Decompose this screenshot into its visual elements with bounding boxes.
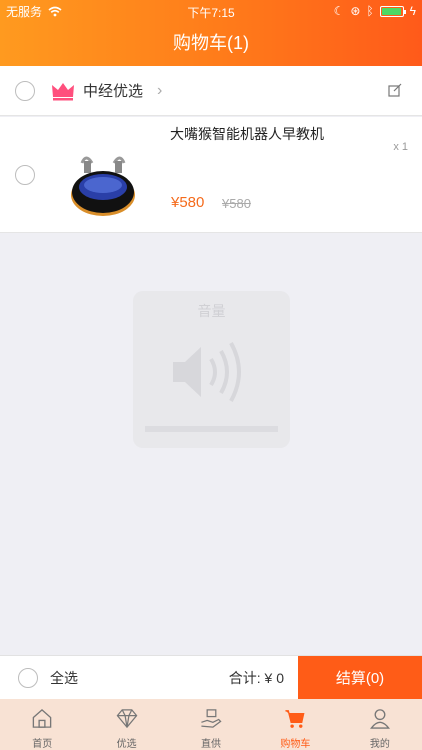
carrier-label: 无服务 bbox=[6, 4, 43, 19]
diamond-icon bbox=[116, 709, 138, 729]
tab-featured[interactable]: 优选 bbox=[84, 699, 168, 750]
tab-label: 购物车 bbox=[280, 739, 311, 750]
tab-cart[interactable]: 购物车 bbox=[253, 699, 337, 750]
moon-icon: ☾ bbox=[333, 4, 345, 18]
product-title[interactable]: 大嘴猴智能机器人早教机 bbox=[170, 124, 324, 144]
status-bar: 无服务 下午7:15 ☾ ⊛ ᛒ ϟ bbox=[0, 0, 422, 22]
volume-overlay: 音量 bbox=[133, 291, 290, 448]
item-original-price: ¥580 bbox=[222, 196, 251, 211]
shop-select-radio[interactable] bbox=[15, 80, 35, 101]
user-icon bbox=[369, 709, 390, 729]
crown-icon bbox=[52, 82, 74, 100]
lock-rotation-icon: ⊛ bbox=[350, 4, 361, 18]
checkout-bar: 全选 合计: ¥ 0 结算(0) bbox=[0, 655, 422, 700]
item-quantity: x 1 bbox=[393, 141, 408, 153]
chevron-right-icon[interactable]: › bbox=[157, 82, 162, 100]
tab-profile[interactable]: 我的 bbox=[338, 699, 422, 750]
header: 无服务 下午7:15 ☾ ⊛ ᛒ ϟ 购物车(1) bbox=[0, 0, 422, 66]
hand-gift-icon bbox=[201, 709, 222, 728]
cart-icon bbox=[285, 710, 305, 728]
shop-name[interactable]: 中经优选 bbox=[83, 80, 143, 101]
product-image[interactable] bbox=[68, 143, 138, 219]
shop-row[interactable]: 中经优选 › bbox=[0, 66, 422, 116]
select-all-label[interactable]: 全选 bbox=[50, 668, 78, 688]
select-all-radio[interactable] bbox=[18, 667, 38, 688]
total-amount: 合计: ¥ 0 bbox=[228, 669, 284, 686]
volume-level-bar bbox=[145, 426, 278, 432]
tab-label: 首页 bbox=[32, 739, 53, 750]
edit-icon[interactable] bbox=[388, 83, 402, 97]
volume-label: 音量 bbox=[197, 303, 226, 319]
tab-label: 直供 bbox=[201, 739, 222, 750]
item-select-radio[interactable] bbox=[15, 165, 35, 185]
tab-label: 我的 bbox=[369, 739, 390, 750]
cart-item[interactable]: 大嘴猴智能机器人早教机 x 1 ¥580 ¥580 bbox=[0, 117, 422, 233]
tab-bar: 首页 优选 直供 购物车 我的 bbox=[0, 699, 422, 750]
home-icon bbox=[32, 708, 52, 728]
item-price: ¥580 bbox=[171, 194, 205, 211]
speaker-icon bbox=[173, 342, 241, 402]
charging-icon: ϟ bbox=[409, 4, 416, 18]
wifi-icon bbox=[48, 6, 62, 16]
page-title: 购物车(1) bbox=[173, 33, 249, 53]
tab-home[interactable]: 首页 bbox=[0, 699, 84, 750]
tab-direct-supply[interactable]: 直供 bbox=[169, 699, 253, 750]
checkout-button[interactable]: 结算(0) bbox=[298, 655, 422, 700]
battery-icon bbox=[379, 5, 406, 17]
tab-label: 优选 bbox=[116, 739, 137, 750]
bluetooth-icon: ᛒ bbox=[366, 4, 374, 18]
